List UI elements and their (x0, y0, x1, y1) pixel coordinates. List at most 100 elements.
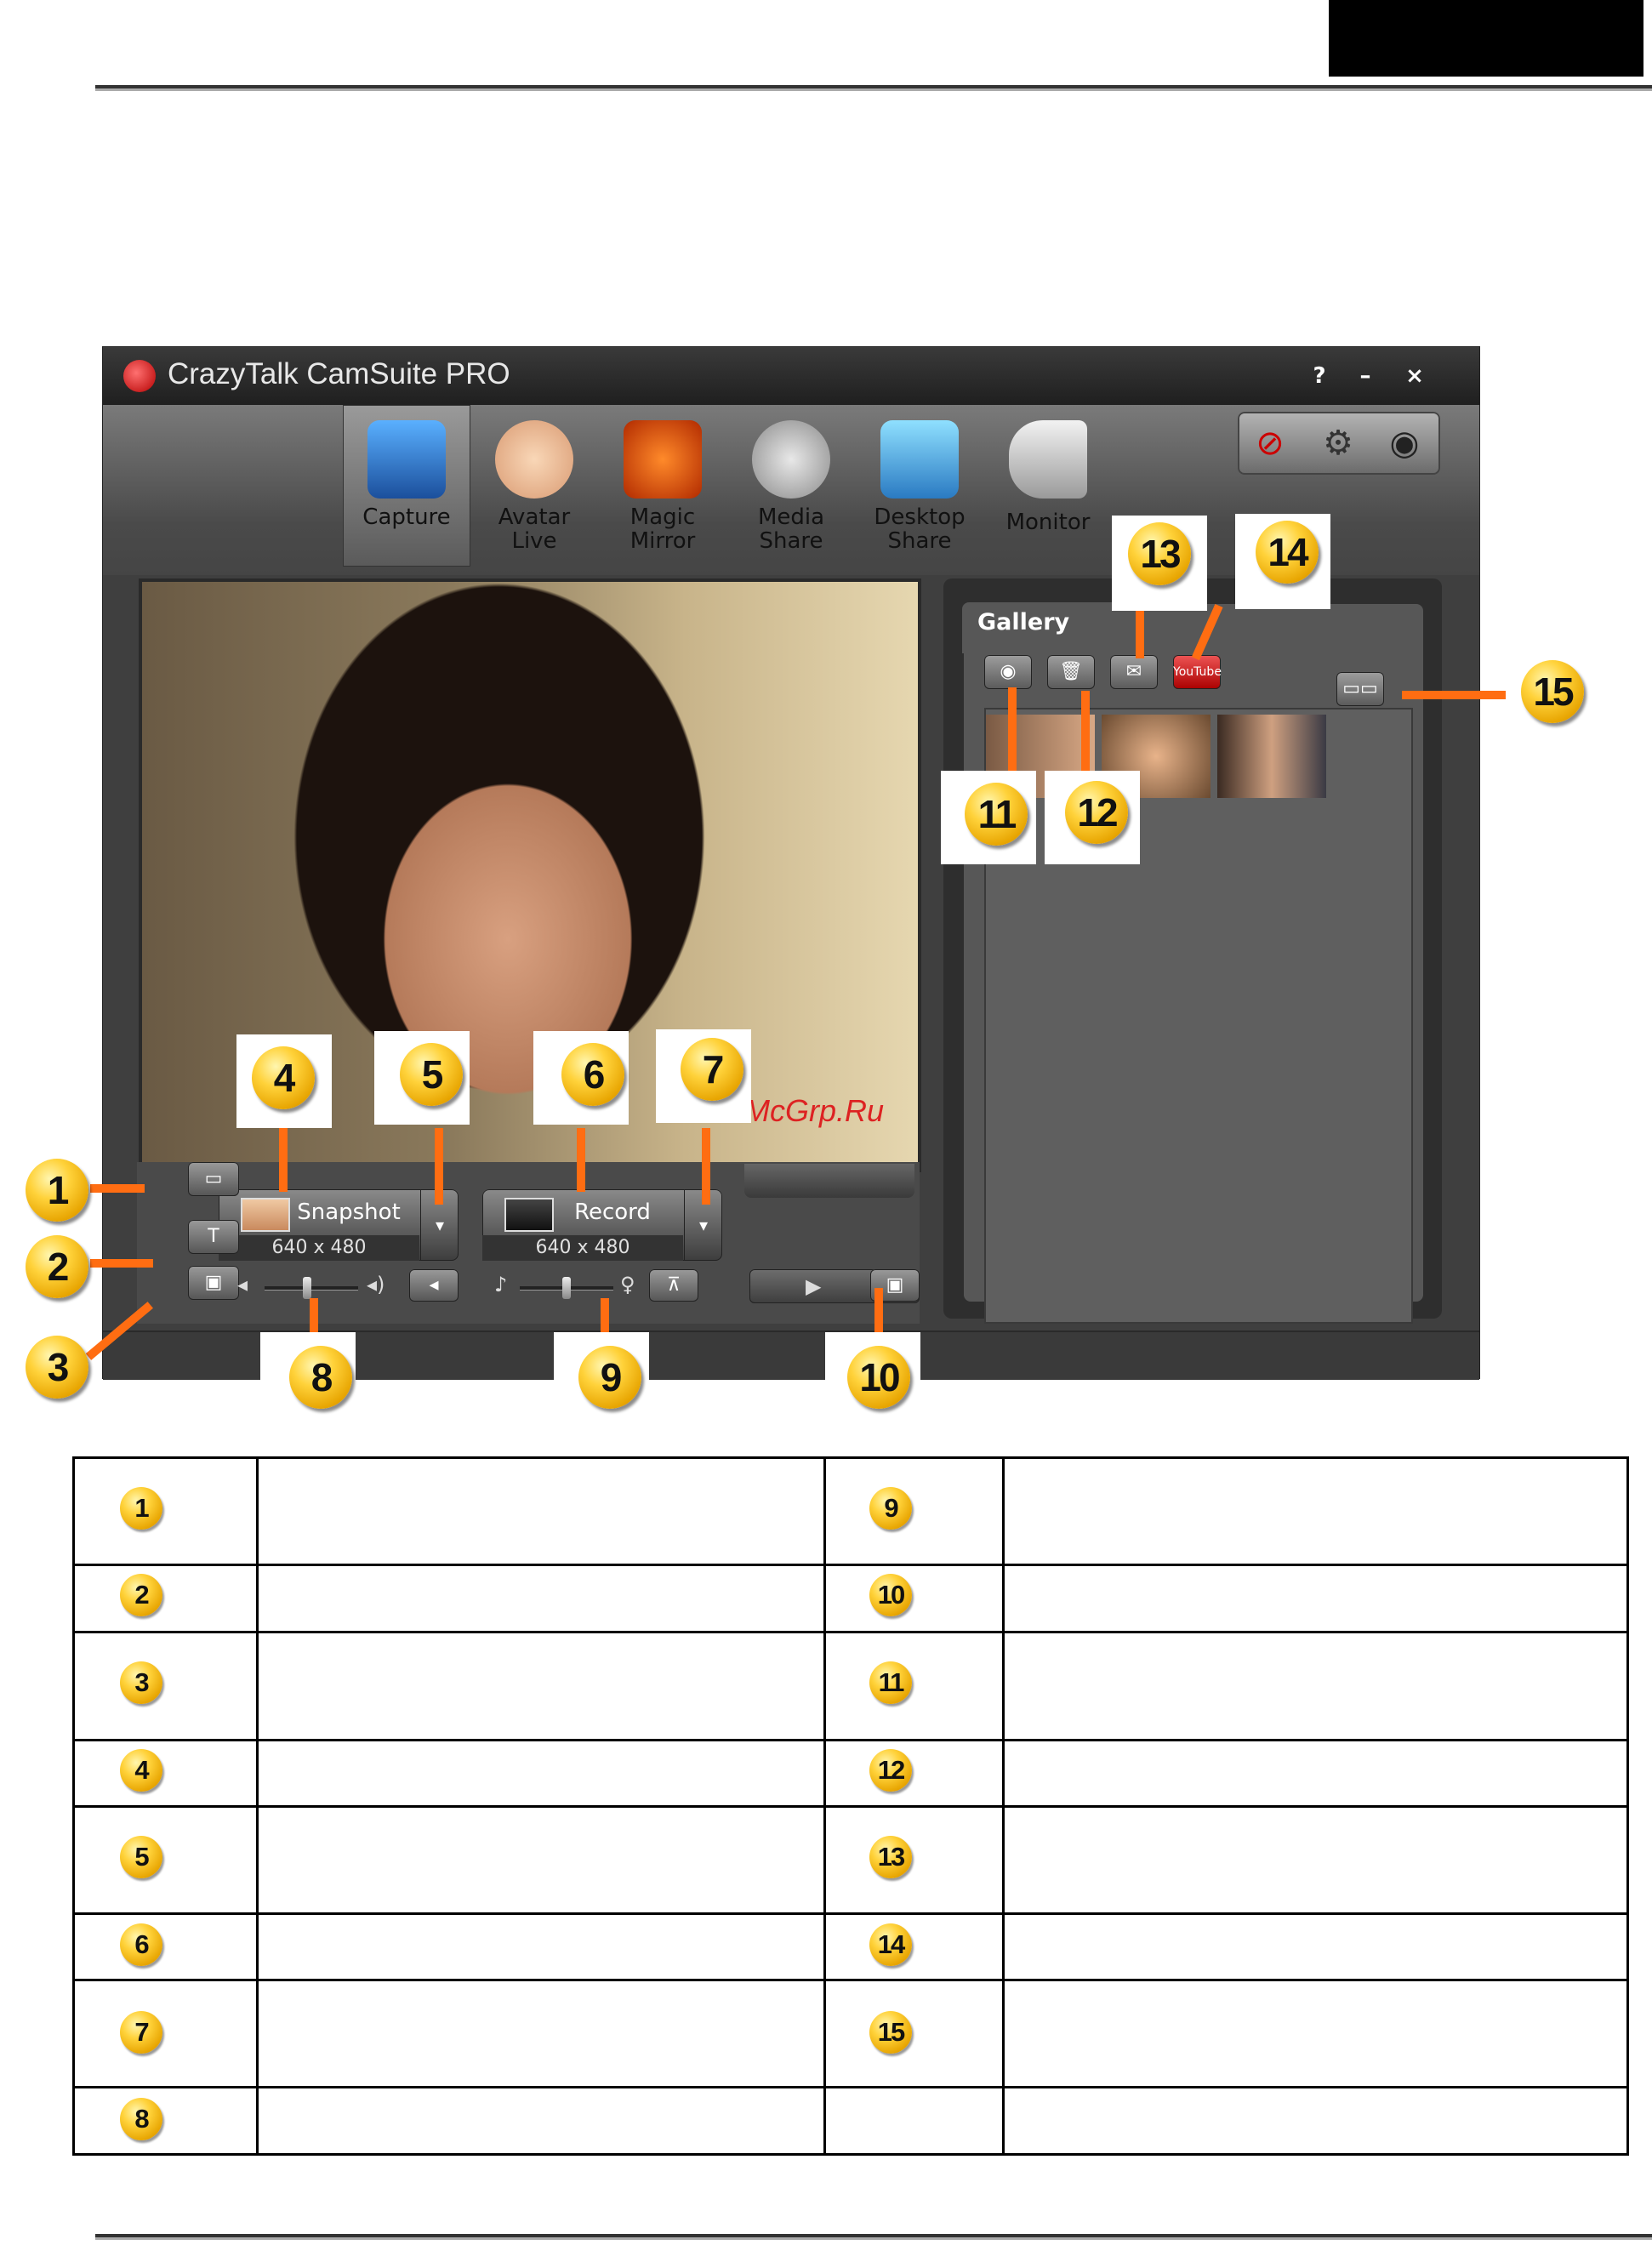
table-row-divider (72, 1805, 1629, 1808)
table-row-divider (72, 1631, 1629, 1633)
record-button[interactable]: Record 640 x 480 ▾ (482, 1189, 722, 1261)
callout-line-11 (1008, 687, 1017, 771)
callout-13: 13 (1128, 522, 1191, 585)
tab-desktop-share[interactable]: Desktop Share (856, 405, 983, 567)
microphone-icon: ♀ (620, 1273, 635, 1296)
window-title: CrazyTalk CamSuite PRO (168, 357, 510, 390)
tab-magic-mirror[interactable]: Magic Mirror (599, 405, 726, 567)
email-button[interactable]: ✉ (1110, 655, 1158, 689)
camera-toggle-button[interactable]: ▭ (188, 1162, 239, 1196)
gear-icon[interactable]: ⚙ (1313, 420, 1364, 466)
table-row-divider (72, 1979, 1629, 1981)
legend-num: 6 (120, 1923, 162, 1966)
speaker-high-icon: ◂) (367, 1273, 385, 1296)
legend-num: 14 (869, 1923, 912, 1966)
legend-num: 8 (120, 2098, 162, 2140)
legend-num: 10 (869, 1574, 912, 1616)
volume-slider[interactable] (265, 1286, 358, 1291)
legend-num: 1 (120, 1487, 162, 1530)
film-reel-icon (752, 420, 830, 499)
callout-line-8 (310, 1298, 318, 1332)
callout-9: 9 (578, 1346, 641, 1409)
callout-line-1 (90, 1184, 145, 1193)
callout-line-7 (702, 1128, 710, 1205)
snapshot-button[interactable]: Snapshot 640 x 480 ▾ (219, 1189, 459, 1261)
tab-capture[interactable]: Capture (343, 405, 470, 567)
legend-num: 7 (120, 2011, 162, 2054)
callout-5: 5 (400, 1043, 463, 1106)
callout-7: 7 (681, 1038, 743, 1101)
no-privacy-icon[interactable]: ⊘ (1245, 420, 1296, 466)
legend-num: 3 (120, 1661, 162, 1704)
table-row-divider (72, 2086, 1629, 2088)
music-note-icon: ♪ (494, 1273, 508, 1296)
text-effect-button[interactable]: T (188, 1220, 239, 1254)
gallery-title: Gallery (977, 609, 1070, 635)
play-icon[interactable]: ▶ (806, 1274, 821, 1298)
callout-line-6 (577, 1128, 585, 1192)
callout-11: 11 (965, 783, 1028, 846)
callout-8: 8 (289, 1346, 352, 1409)
callout-3: 3 (26, 1336, 88, 1399)
callout-6: 6 (561, 1043, 624, 1106)
preview-bottom-tab (744, 1164, 914, 1198)
callout-1: 1 (26, 1159, 88, 1222)
thumbnail-size-button[interactable]: ▭▭ (1336, 672, 1384, 706)
baby-face-icon (495, 420, 573, 499)
close-button[interactable]: × (1396, 357, 1433, 395)
mask-icon (624, 420, 702, 499)
tab-avatar-live[interactable]: Avatar Live (470, 405, 598, 567)
utility-button-group: ⊘ ⚙ ◉ (1238, 412, 1440, 475)
tab-monitor[interactable]: Monitor (984, 405, 1112, 567)
legend-num: 13 (869, 1836, 912, 1878)
view-button[interactable]: ◉ (984, 655, 1032, 689)
camera-icon (367, 420, 446, 499)
snapshot-resolution: 640 x 480 (219, 1235, 419, 1261)
legend-num: 2 (120, 1574, 162, 1616)
callout-line-15 (1402, 691, 1506, 699)
callout-line-2 (90, 1259, 153, 1268)
callout-15: 15 (1521, 660, 1584, 723)
legend-num: 5 (120, 1836, 162, 1878)
webcam-settings-icon[interactable]: ◉ (1379, 420, 1430, 466)
callout-line-5 (435, 1128, 443, 1205)
legend-num: 15 (869, 2011, 912, 2054)
callout-2: 2 (26, 1235, 88, 1298)
scene-effect-button[interactable]: ▣ (188, 1266, 239, 1300)
mic-knob[interactable] (562, 1277, 571, 1299)
mic-settings-button[interactable]: ⊼ (649, 1269, 698, 1302)
minimize-button[interactable]: – (1347, 357, 1384, 395)
desktop-icon (880, 420, 959, 499)
header-rule (95, 85, 1652, 91)
help-button[interactable]: ? (1301, 357, 1338, 395)
speaker-low-icon: ◂ (237, 1273, 248, 1296)
callout-12: 12 (1065, 781, 1128, 844)
legend-num: 9 (869, 1487, 912, 1530)
title-bar: CrazyTalk CamSuite PRO ? – × (103, 347, 1479, 405)
volume-knob[interactable] (302, 1277, 311, 1299)
app-window: CrazyTalk CamSuite PRO ? – × Capture Ava… (103, 347, 1479, 1380)
mute-button[interactable]: ◂ (409, 1269, 459, 1302)
record-resolution: 640 x 480 (482, 1235, 683, 1261)
gallery-thumbnail[interactable] (1217, 715, 1326, 798)
watermark: McGrp.Ru (744, 1093, 885, 1128)
capture-controls: Snapshot 640 x 480 ▾ Record 640 x 480 ▾ … (137, 1162, 920, 1324)
callout-10: 10 (847, 1346, 910, 1409)
tab-media-share[interactable]: Media Share (727, 405, 855, 567)
footer-rule (95, 2234, 1652, 2240)
security-camera-icon (1009, 420, 1087, 499)
gallery-panel: Gallery ◉ 🗑 ✉ YouTube ▭▭ (943, 578, 1442, 1324)
legend-num: 4 (120, 1749, 162, 1792)
delete-button[interactable]: 🗑 (1047, 655, 1095, 689)
callout-line-4 (279, 1128, 288, 1192)
callout-line-10 (874, 1288, 883, 1332)
lips-logo-icon (123, 360, 156, 392)
playback-bar[interactable]: ▶ ▣ (749, 1269, 920, 1303)
youtube-button[interactable]: YouTube (1173, 655, 1222, 689)
callout-line-12 (1081, 691, 1090, 771)
callout-14: 14 (1256, 521, 1319, 584)
callout-4: 4 (252, 1046, 315, 1109)
table-row-divider (72, 1739, 1629, 1741)
callout-line-9 (601, 1298, 609, 1332)
table-row-divider (72, 1564, 1629, 1566)
